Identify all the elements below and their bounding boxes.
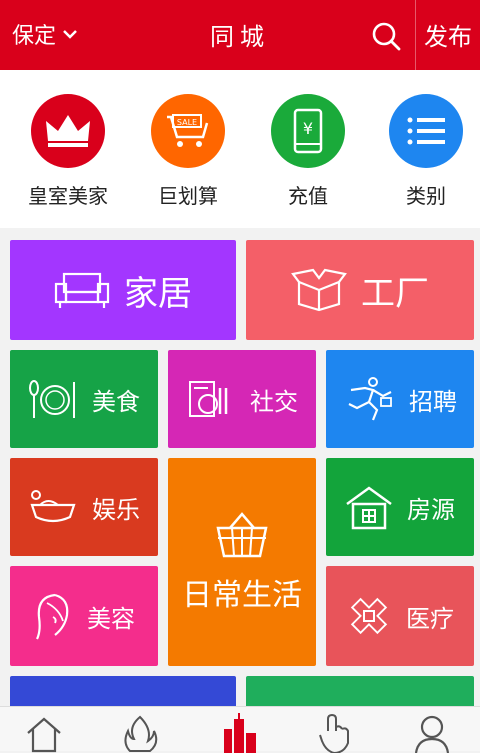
quick-item-categories[interactable]: 类别 xyxy=(366,94,480,209)
page-title: 同城 xyxy=(210,23,270,51)
tile-label: 美食 xyxy=(92,387,140,416)
quick-icon-circle xyxy=(31,94,105,168)
bottom-tab-bar xyxy=(0,706,480,753)
quick-menu: 皇室美家 SALE 巨划算 ¥ 充值 类别 xyxy=(0,70,480,228)
search-icon[interactable] xyxy=(370,20,402,52)
header-divider xyxy=(415,0,416,70)
flame-icon[interactable] xyxy=(120,713,160,753)
tile-housing[interactable]: 房源 xyxy=(326,458,474,556)
tile-label: 家居 xyxy=(124,273,192,314)
quick-icon-circle xyxy=(389,94,463,168)
quick-icon-circle: ¥ xyxy=(271,94,345,168)
crown-icon xyxy=(46,115,90,147)
bathtub-icon xyxy=(30,490,76,523)
house-icon xyxy=(346,486,392,530)
touch-icon[interactable] xyxy=(314,713,354,753)
quick-item-label: 巨划算 xyxy=(158,184,218,208)
tile-label: 工厂 xyxy=(361,273,429,314)
medical-cross-icon xyxy=(350,597,388,635)
tile-jobs[interactable]: 招聘 xyxy=(326,350,474,448)
quick-icon-circle: SALE xyxy=(151,94,225,168)
sale-cart-icon: SALE xyxy=(167,114,209,147)
quick-item-bargain[interactable]: SALE 巨划算 xyxy=(128,94,248,209)
woman-face-icon xyxy=(35,593,69,640)
user-icon[interactable] xyxy=(412,713,452,753)
tile-label: 医疗 xyxy=(406,604,454,633)
plate-cutlery-icon xyxy=(29,380,75,418)
list-icon xyxy=(407,117,445,145)
tile-label: 娱乐 xyxy=(92,495,140,524)
running-person-icon xyxy=(348,377,392,421)
tile-fun[interactable]: 娱乐 xyxy=(10,458,158,556)
quick-item-label: 皇室美家 xyxy=(28,184,108,208)
box-icon xyxy=(291,268,347,312)
phone-yuan-icon: ¥ xyxy=(293,108,323,154)
sofa-icon xyxy=(54,272,110,308)
top-bar: 保定 同城 发布 xyxy=(0,0,480,70)
basket-icon xyxy=(216,512,268,558)
tile-label: 美容 xyxy=(87,604,135,633)
quick-item-recharge[interactable]: ¥ 充值 xyxy=(248,94,368,209)
tile-label: 房源 xyxy=(407,495,455,524)
tile-beauty[interactable]: 美容 xyxy=(10,566,158,666)
tile-label: 招聘 xyxy=(409,387,457,416)
quick-item-label: 充值 xyxy=(288,184,328,208)
svg-text:¥: ¥ xyxy=(303,119,313,138)
publish-button[interactable]: 发布 xyxy=(424,17,472,52)
svg-text:SALE: SALE xyxy=(177,118,197,127)
social-profile-icon xyxy=(189,381,228,417)
tile-factory[interactable]: 工厂 xyxy=(246,240,474,340)
quick-item-label: 类别 xyxy=(406,184,446,208)
tile-social[interactable]: 社交 xyxy=(168,350,316,448)
quick-item-royal-home[interactable]: 皇室美家 xyxy=(8,94,128,209)
tile-home[interactable]: 家居 xyxy=(10,240,236,340)
city-icon[interactable] xyxy=(220,713,260,753)
tile-label: 社交 xyxy=(250,387,298,416)
home-icon[interactable] xyxy=(24,713,64,753)
tile-food[interactable]: 美食 xyxy=(10,350,158,448)
tile-daily-life[interactable]: 日常生活 xyxy=(168,458,316,666)
tile-label: 日常生活 xyxy=(182,578,302,613)
tile-medical[interactable]: 医疗 xyxy=(326,566,474,666)
